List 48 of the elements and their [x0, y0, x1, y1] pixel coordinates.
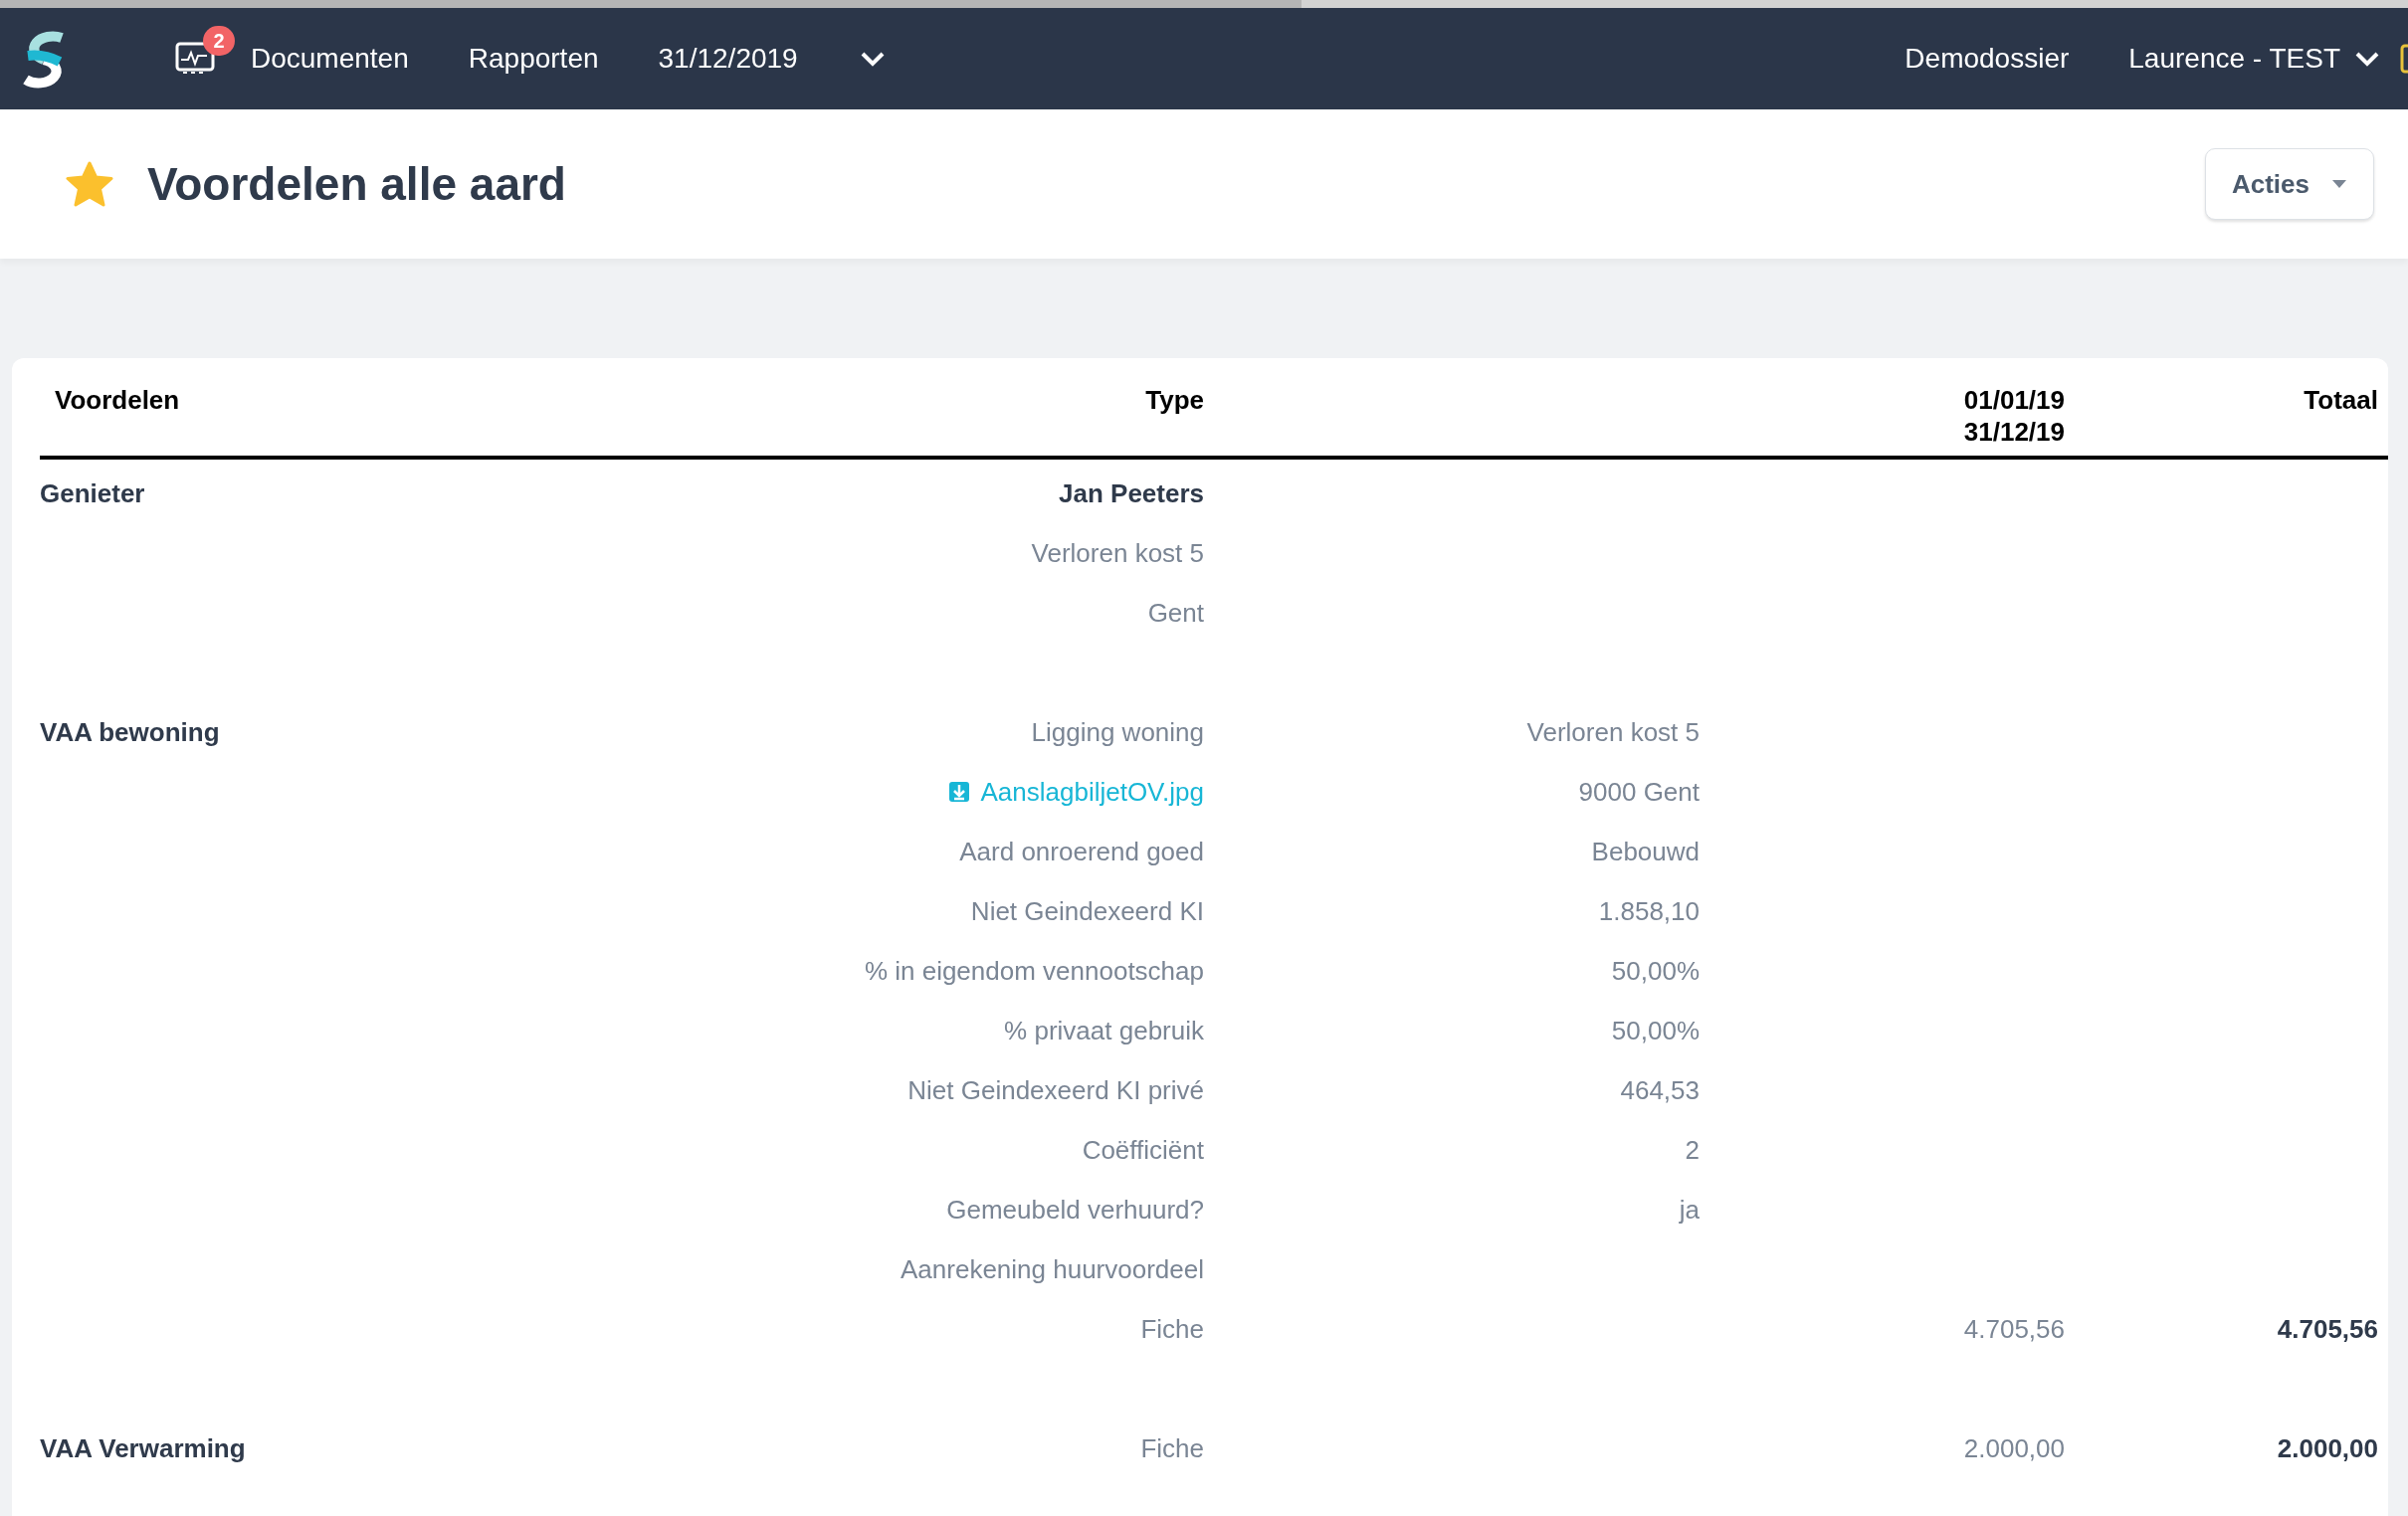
- table-cell: 1.858,10: [1598, 895, 1700, 927]
- table-cell: Fiche: [1140, 1432, 1204, 1464]
- column-header: Type: [1145, 384, 1204, 417]
- dossier-link[interactable]: Demodossier: [1905, 43, 2070, 75]
- page-title: Voordelen alle aard: [147, 157, 566, 211]
- group-label: VAA bewoning: [40, 716, 220, 748]
- table-cell: Coëfficiënt: [1082, 1134, 1204, 1166]
- column-header: 01/01/19 31/12/19: [1963, 384, 2065, 448]
- table-cell: Niet Geindexeerd KI privé: [907, 1074, 1204, 1106]
- monitor-icon[interactable]: [175, 42, 215, 76]
- table-cell: Gemeubeld verhuurd?: [946, 1194, 1204, 1226]
- table-cell: Bebouwd: [1591, 836, 1700, 867]
- chevron-icon: [2354, 50, 2380, 68]
- table-cell: Aard onroerend goed: [959, 836, 1204, 867]
- table-cell: Verloren kost 5: [1031, 537, 1204, 569]
- group-label: Genieter: [40, 477, 145, 509]
- period-dropdown[interactable]: 31/12/2019: [658, 43, 886, 75]
- column-header: Totaal: [2304, 384, 2378, 417]
- chevron-icon: [859, 50, 886, 68]
- table-cell: % in eigendom vennootschap: [864, 955, 1204, 987]
- table-cell: Jan Peeters: [1059, 477, 1204, 509]
- table-cell: 50,00%: [1611, 955, 1700, 987]
- notification-badge: 2: [203, 26, 235, 56]
- table-cell: 50,00%: [1611, 1015, 1700, 1046]
- table-cell: 464,53: [1620, 1074, 1700, 1106]
- table-cell: Fiche: [1140, 1313, 1204, 1345]
- table-cell: 2.000,00: [1963, 1432, 2065, 1464]
- table-cell: Aanrekening huurvoordeel: [901, 1253, 1204, 1285]
- table-cell: 2.000,00: [2277, 1432, 2378, 1464]
- table-cell: Ligging woning: [1031, 716, 1204, 748]
- download-icon: [948, 781, 971, 803]
- caret-icon: [2331, 179, 2347, 189]
- nav-link[interactable]: Documenten: [251, 43, 409, 75]
- group-label: VAA Verwarming: [40, 1432, 246, 1464]
- table-cell: % privaat gebruik: [1004, 1015, 1204, 1046]
- table-cell: ja: [1679, 1194, 1700, 1226]
- table-cell: 4.705,56: [2277, 1313, 2378, 1345]
- actions-button[interactable]: Acties: [2204, 148, 2374, 220]
- star-icon[interactable]: [66, 161, 113, 207]
- column-header: Voordelen: [54, 384, 181, 417]
- table-cell: Verloren kost 5: [1526, 716, 1700, 748]
- table-cell: Gent: [1147, 597, 1204, 629]
- nav-link[interactable]: Rapporten: [468, 43, 599, 75]
- table-cell: Niet Geindexeerd KI: [970, 895, 1204, 927]
- table-cell: 4.705,56: [1963, 1313, 2065, 1345]
- table-cell: 9000 Gent: [1578, 776, 1700, 808]
- user-menu[interactable]: Laurence - TEST: [2128, 43, 2380, 75]
- table-cell: 2: [1685, 1134, 1700, 1166]
